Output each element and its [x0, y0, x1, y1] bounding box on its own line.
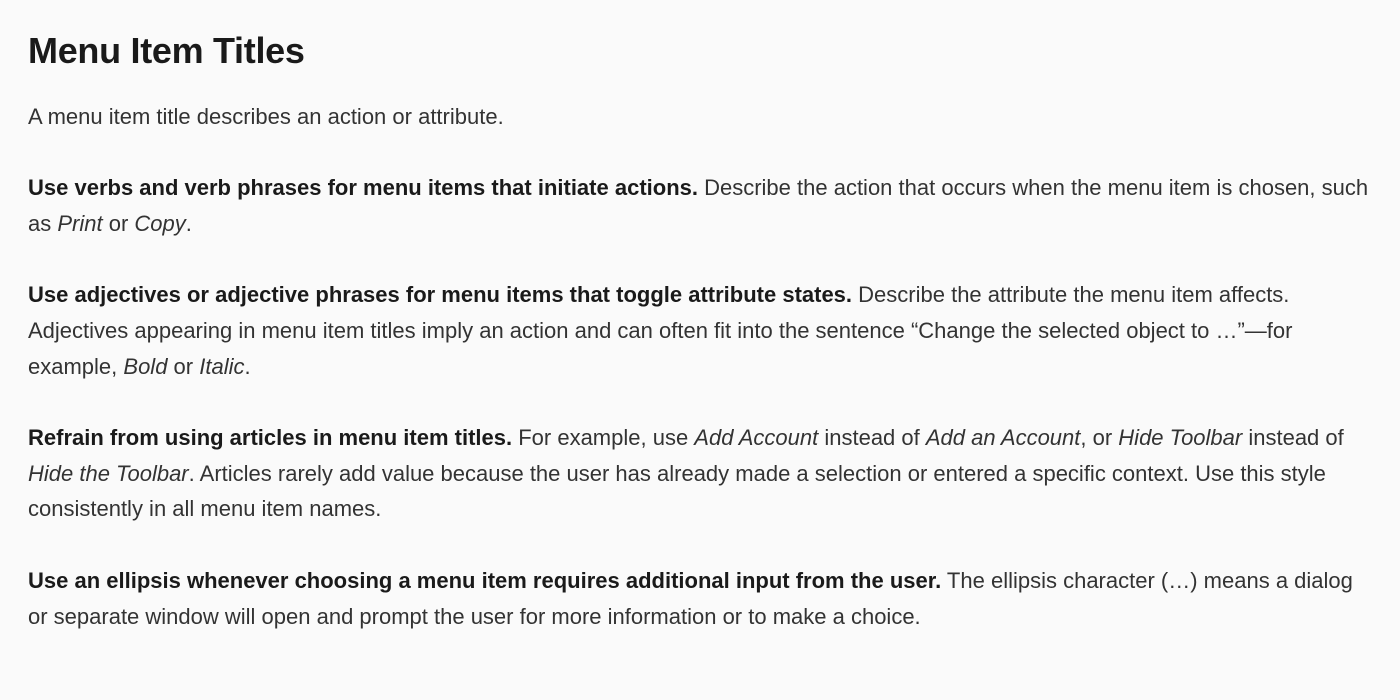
guideline-3-lead: Refrain from using articles in menu item… — [28, 425, 512, 450]
guideline-1-lead: Use verbs and verb phrases for menu item… — [28, 175, 698, 200]
guideline-3-term-2: Add an Account — [926, 425, 1081, 450]
guideline-3-term-4: Hide the Toolbar — [28, 461, 189, 486]
guideline-3: Refrain from using articles in menu item… — [28, 420, 1372, 527]
guideline-2-lead: Use adjectives or adjective phrases for … — [28, 282, 852, 307]
intro-text: A menu item title describes an action or… — [28, 100, 1372, 134]
guideline-3-body-4: instead of — [1242, 425, 1344, 450]
guideline-1-term-2: Copy — [134, 211, 185, 236]
guideline-1-body-2: or — [103, 211, 135, 236]
guideline-2-body-2: or — [167, 354, 199, 379]
guideline-3-body-1: For example, use — [512, 425, 694, 450]
guideline-3-body-5: . Articles rarely add value because the … — [28, 461, 1326, 522]
guideline-1: Use verbs and verb phrases for menu item… — [28, 170, 1372, 241]
guideline-4-lead: Use an ellipsis whenever choosing a menu… — [28, 568, 941, 593]
guideline-2-body-3: . — [244, 354, 250, 379]
page-title: Menu Item Titles — [28, 30, 1372, 72]
guideline-2-term-2: Italic — [199, 354, 244, 379]
guideline-1-term-1: Print — [57, 211, 102, 236]
guideline-3-term-1: Add Account — [694, 425, 818, 450]
guideline-3-body-3: , or — [1080, 425, 1118, 450]
guideline-1-body-3: . — [186, 211, 192, 236]
guideline-2-term-1: Bold — [123, 354, 167, 379]
guideline-3-body-2: instead of — [818, 425, 926, 450]
guideline-4: Use an ellipsis whenever choosing a menu… — [28, 563, 1372, 634]
guideline-2: Use adjectives or adjective phrases for … — [28, 277, 1372, 384]
guideline-3-term-3: Hide Toolbar — [1118, 425, 1242, 450]
